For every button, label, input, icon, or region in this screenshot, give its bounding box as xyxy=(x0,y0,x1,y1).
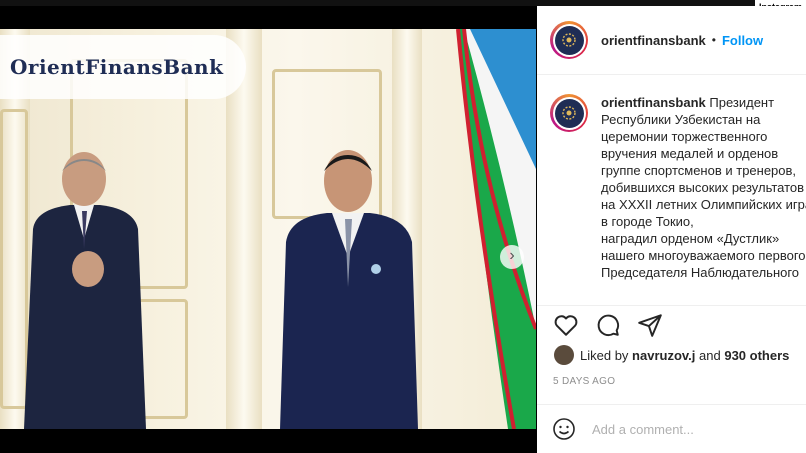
bank-logo-icon xyxy=(562,106,576,120)
flag-image xyxy=(456,29,536,429)
caption-line: вручения медалей и орденов xyxy=(601,146,779,161)
brand-logo-text: OrientFinansBank xyxy=(10,55,224,79)
caption-line: добившихся высоких результатов xyxy=(601,180,805,195)
chevron-right-icon: › xyxy=(509,247,515,264)
bank-logo-icon xyxy=(562,33,576,47)
caption-line: группе спортсменов и тренеров, xyxy=(601,163,797,178)
caption-avatar[interactable] xyxy=(550,94,588,132)
post-actions xyxy=(553,312,663,338)
comment-input[interactable] xyxy=(592,421,792,437)
paper-plane-icon[interactable] xyxy=(637,312,663,338)
heart-icon[interactable] xyxy=(553,312,579,338)
caption-line: Председателя Наблюдательного xyxy=(601,265,800,280)
post-timestamp[interactable]: 5 DAYS AGO xyxy=(553,376,615,387)
header-username-link[interactable]: orientfinansbank xyxy=(601,33,706,48)
likes-mid: and xyxy=(699,347,721,363)
comment-icon[interactable] xyxy=(595,312,621,338)
header-separator: • xyxy=(711,33,716,47)
avatar[interactable] xyxy=(550,21,588,59)
caption-text: orientfinansbank Президент Республики Уз… xyxy=(601,94,806,300)
smiley-icon[interactable] xyxy=(552,417,576,441)
caption: orientfinansbank Президент Республики Уз… xyxy=(550,94,806,300)
person-left-image xyxy=(24,152,146,429)
caption-line: на XXXII летних Олимпийских играх xyxy=(601,197,806,212)
brand-overlay: OrientFinansBank xyxy=(0,35,246,99)
caption-line: Республики Узбекистан на xyxy=(601,112,761,127)
post-header: orientfinansbank • Follow xyxy=(537,6,806,75)
caption-line: наградил орденом «Дустлик» xyxy=(601,231,780,246)
likes-others-link[interactable]: 930 others xyxy=(724,348,789,363)
likes-summary: Liked by navruzov.j and 930 others xyxy=(554,345,789,365)
liker-avatar[interactable] xyxy=(554,345,574,365)
caption-line: Президент xyxy=(709,95,775,110)
post-sidebar: orientfinansbank • Follow orientfinansba… xyxy=(537,6,806,453)
carousel-next-button[interactable]: › xyxy=(500,245,524,269)
likes-prefix: Liked by xyxy=(580,347,629,363)
caption-username-link[interactable]: orientfinansbank xyxy=(601,95,706,110)
follow-button[interactable]: Follow xyxy=(722,33,763,48)
caption-line: нашего многоуважаемого первого xyxy=(601,248,806,263)
liker-username-link[interactable]: navruzov.j xyxy=(632,348,695,363)
post-photo[interactable]: OrientFinansBank › xyxy=(0,29,536,429)
comment-bar xyxy=(537,404,806,453)
caption-line: в городе Токио, xyxy=(601,214,694,229)
person-right-image xyxy=(280,150,418,429)
caption-line: церемонии торжественного xyxy=(601,129,768,144)
divider xyxy=(537,305,806,306)
